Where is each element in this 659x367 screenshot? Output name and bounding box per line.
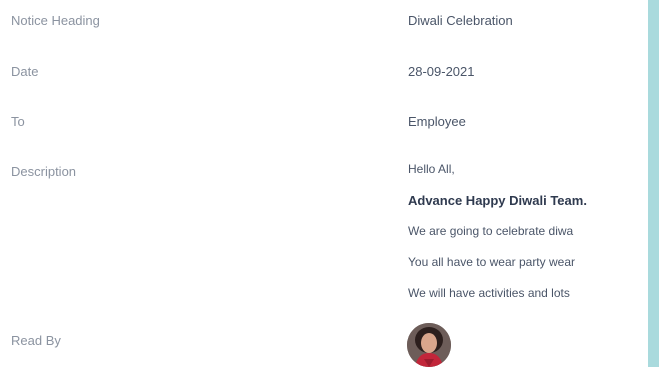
description-line: We will have activities and lots — [408, 286, 570, 300]
avatar-image — [407, 323, 451, 367]
notice-heading-label: Notice Heading — [11, 13, 100, 28]
to-label: To — [11, 114, 25, 129]
scrollbar-track[interactable] — [648, 0, 659, 367]
notice-heading-value: Diwali Celebration — [408, 13, 513, 28]
description-line: We are going to celebrate diwa — [408, 224, 574, 238]
description-line-bold: Advance Happy Diwali Team. — [408, 193, 587, 208]
description-line: Hello All, — [408, 162, 455, 176]
description-label: Description — [11, 164, 77, 179]
date-value: 28-09-2021 — [408, 64, 475, 79]
to-value: Employee — [408, 114, 466, 129]
reader-avatar[interactable] — [407, 323, 451, 367]
notice-details-panel: Notice Heading Diwali Celebration Date 2… — [0, 0, 648, 367]
date-label: Date — [11, 64, 39, 79]
description-line: You all have to wear party wear — [408, 255, 575, 269]
read-by-label: Read By — [11, 333, 61, 348]
